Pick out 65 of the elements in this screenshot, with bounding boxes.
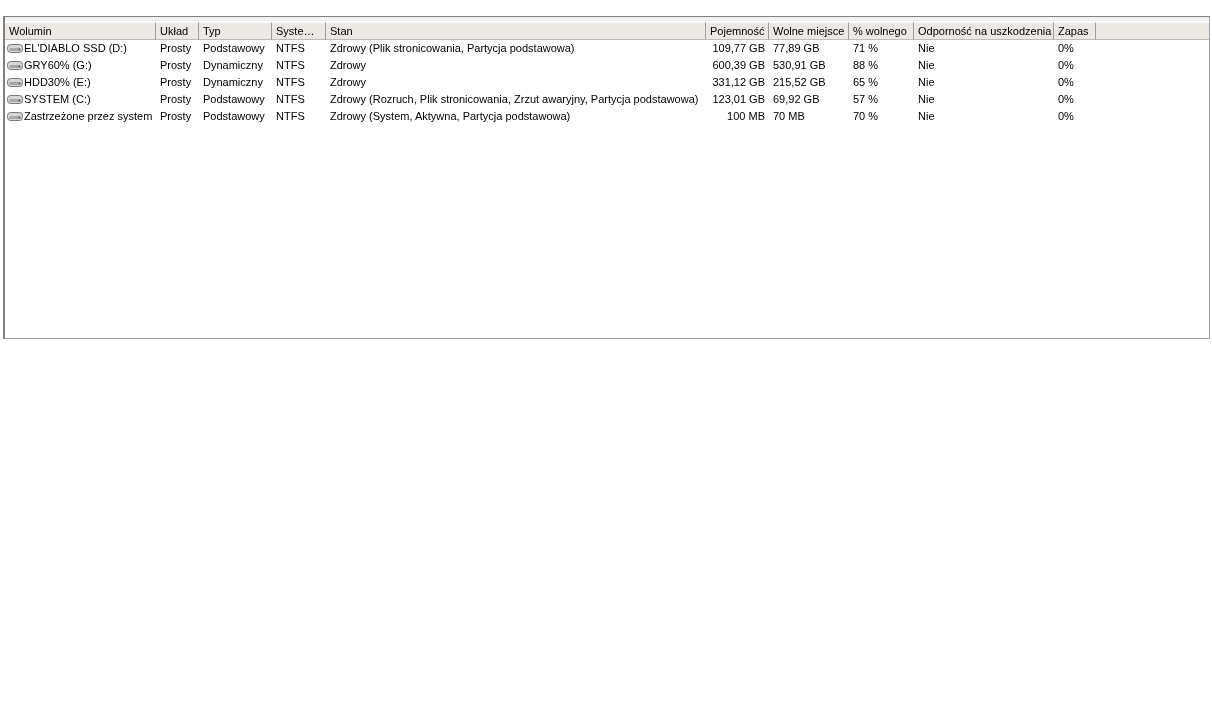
table-cell-text: SYSTEM (C:) xyxy=(24,92,91,107)
table-cell-text: 530,91 GB xyxy=(773,58,826,73)
table-cell-text: NTFS xyxy=(276,58,305,73)
table-cell-text: Prosty xyxy=(160,75,192,90)
table-cell-text: Podstawowy xyxy=(203,109,265,124)
column-header[interactable]: Typ xyxy=(199,22,272,40)
table-cell-text: Dynamiczny xyxy=(203,58,263,73)
table-cell-text: 77,89 GB xyxy=(773,41,820,56)
table-cell-text: Prosty xyxy=(160,58,192,73)
column-header[interactable]: Wolne miejsce xyxy=(769,22,849,40)
table-cell-text: 69,92 GB xyxy=(773,92,820,107)
table-cell-text: Zdrowy (Rozruch, Plik stronicowania, Zrzut awaryjny, Partycja podstawowa) xyxy=(330,92,699,107)
table-cell-text: 57 % xyxy=(853,92,879,107)
table-cell-text: Nie xyxy=(918,41,935,56)
table-cell-text: Prosty xyxy=(160,92,192,107)
column-header[interactable]: Odporność na uszkodzenia xyxy=(914,22,1054,40)
table-cell-text: 70 MB xyxy=(773,109,805,124)
table-cell-text: Prosty xyxy=(160,41,192,56)
table-cell-text: 88 % xyxy=(853,58,879,73)
table-cell-text: Prosty xyxy=(160,109,192,124)
table-cell-text: Nie xyxy=(918,92,935,107)
table-cell-text: 0% xyxy=(1058,41,1074,56)
table-cell-text: 331,12 GB xyxy=(712,75,765,90)
column-header[interactable]: Wolumin xyxy=(5,22,156,40)
column-header[interactable]: % wolnego xyxy=(849,22,914,40)
table-cell-text: 70 % xyxy=(853,109,879,124)
table-cell-text: Zdrowy (System, Aktywna, Partycja podstawowa) xyxy=(330,109,571,124)
table-cell-text: Zastrzeżone przez system xyxy=(24,109,153,124)
table-cell-text: 0% xyxy=(1058,58,1074,73)
table-cell-text: Zdrowy xyxy=(330,75,367,90)
table-cell-text: Nie xyxy=(918,58,935,73)
table-cell-text: GRY60% (G:) xyxy=(24,58,92,73)
column-header[interactable]: Pojemność xyxy=(706,22,769,40)
table-cell-text: 0% xyxy=(1058,109,1074,124)
table-cell-text: 109,77 GB xyxy=(712,41,765,56)
table-cell-text: Podstawowy xyxy=(203,41,265,56)
disk-drive-icon xyxy=(7,78,23,87)
column-header[interactable]: Stan xyxy=(326,22,706,40)
table-cell-text: Zdrowy xyxy=(330,58,367,73)
table-cell-text: 100 MB xyxy=(727,109,765,124)
table-cell-text: Dynamiczny xyxy=(203,75,263,90)
table-cell-text: 0% xyxy=(1058,75,1074,90)
table-cell-text: 215,52 GB xyxy=(773,75,826,90)
disk-drive-icon xyxy=(7,61,23,70)
table-cell-text: 0% xyxy=(1058,92,1074,107)
table-cell-text: Podstawowy xyxy=(203,92,265,107)
table-cell-text: HDD30% (E:) xyxy=(24,75,91,90)
disk-drive-icon xyxy=(7,95,23,104)
table-cell-text: Zdrowy (Plik stronicowania, Partycja podstawowa) xyxy=(330,41,575,56)
table-cell-text: 65 % xyxy=(853,75,879,90)
table-cell-text: 71 % xyxy=(853,41,879,56)
table-cell-text: NTFS xyxy=(276,75,305,90)
table-cell-text: Nie xyxy=(918,109,935,124)
disk-drive-icon xyxy=(7,112,23,121)
table-cell-text: EL'DIABLO SSD (D:) xyxy=(24,41,127,56)
table-cell-text: NTFS xyxy=(276,109,305,124)
table-cell-text: 600,39 GB xyxy=(712,58,765,73)
table-cell-text: NTFS xyxy=(276,92,305,107)
column-header[interactable]: Układ xyxy=(156,22,199,40)
table-cell-text: NTFS xyxy=(276,41,305,56)
table-cell-text: Nie xyxy=(918,75,935,90)
column-header[interactable]: Syste… xyxy=(272,22,326,40)
column-header[interactable]: Zapas xyxy=(1054,22,1096,40)
disk-drive-icon xyxy=(7,44,23,53)
table-cell-text: 123,01 GB xyxy=(712,92,765,107)
